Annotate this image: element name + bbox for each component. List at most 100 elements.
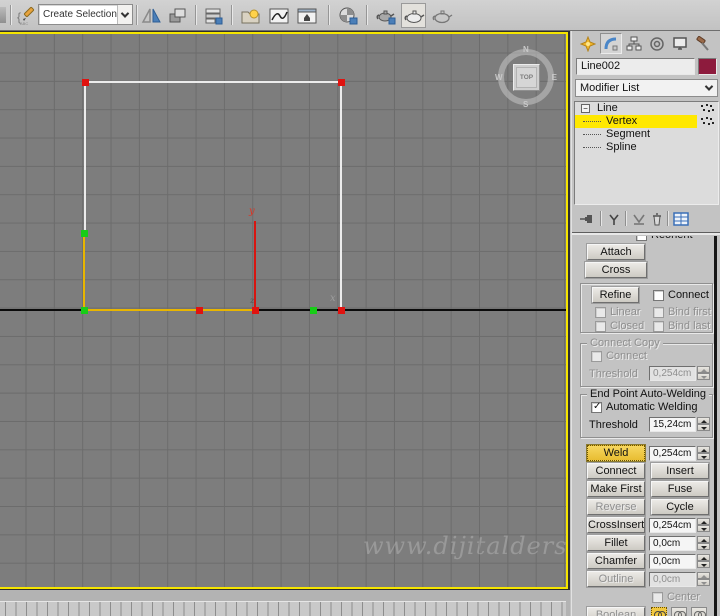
spin-up-button[interactable] (697, 518, 710, 525)
spin-down-button[interactable] (697, 543, 710, 550)
spline-vertex[interactable] (310, 307, 317, 314)
bind-first-checkbox[interactable]: Bind first (653, 306, 711, 318)
outline-button[interactable]: Outline (587, 571, 645, 587)
named-selection-set-combo[interactable]: Create Selection Se (38, 4, 133, 25)
chamfer-spinner[interactable]: 0,0cm (649, 554, 710, 569)
spin-down-button[interactable] (697, 579, 710, 586)
viewport-top[interactable]: y z x www.dijitalders N E S W TOP (0, 31, 570, 590)
modifier-list-dropdown[interactable]: Modifier List (575, 79, 718, 97)
connect-button[interactable]: Connect (587, 463, 645, 479)
spline-vertex[interactable] (81, 307, 88, 314)
spline-vertex[interactable] (81, 230, 88, 237)
collapse-icon[interactable]: − (581, 104, 590, 113)
tab-motion[interactable] (646, 33, 668, 54)
viewcube-south-label[interactable]: S (523, 100, 528, 109)
cross-insert-button[interactable]: CrossInsert (587, 517, 645, 533)
refine-button[interactable]: Refine (592, 287, 639, 303)
outline-spinner[interactable]: 0,0cm (649, 572, 710, 587)
spline-vertex[interactable] (196, 307, 203, 314)
render-flyout-button[interactable] (429, 3, 454, 28)
combo-dropdown-button[interactable] (117, 5, 132, 24)
remove-modifier-button[interactable] (648, 210, 666, 228)
spin-down-button[interactable] (697, 453, 710, 460)
object-name-field[interactable]: Line002 (576, 58, 695, 75)
cross-section-button[interactable]: Cross Section (585, 262, 647, 278)
reorient-checkbox[interactable]: Reorient (636, 236, 693, 241)
layer-manager-button[interactable] (201, 3, 226, 28)
fuse-button[interactable]: Fuse (651, 481, 709, 497)
linear-checkbox[interactable]: Linear (595, 306, 641, 318)
edit-named-selection-sets-button[interactable]: { ABC (14, 3, 39, 28)
stack-item-vertex[interactable]: Vertex (575, 115, 718, 128)
rollout-scrollbar[interactable] (714, 236, 717, 616)
track-bar[interactable] (0, 590, 570, 616)
modifier-list-arrow[interactable] (701, 80, 717, 96)
schematic-view-button[interactable] (294, 3, 319, 28)
spin-up-button[interactable] (697, 446, 710, 453)
fillet-button[interactable]: Fillet (587, 535, 645, 551)
reverse-button[interactable]: Reverse (587, 499, 645, 515)
attach-mult-button[interactable]: Attach Mult. (587, 244, 645, 260)
closed-checkbox[interactable]: Closed (595, 320, 644, 332)
tab-display[interactable] (669, 33, 691, 54)
boolean-intersect-icon[interactable] (691, 607, 707, 616)
spline-segment[interactable] (83, 309, 256, 311)
spin-down-button[interactable] (697, 424, 710, 431)
tab-modify[interactable] (600, 33, 622, 54)
cross-insert-spinner[interactable]: 0,254cm (649, 518, 710, 533)
connect-copy-checkbox[interactable]: Connect (591, 350, 647, 362)
render-setup-button[interactable] (373, 3, 398, 28)
make-first-button[interactable]: Make First (587, 481, 645, 497)
stack-item-segment[interactable]: Segment (575, 128, 718, 141)
spline-vertex[interactable] (252, 307, 259, 314)
bind-last-checkbox[interactable]: Bind last (653, 320, 710, 332)
configure-modifier-sets-button[interactable] (672, 210, 690, 228)
spin-up-button[interactable] (697, 572, 710, 579)
pin-stack-button[interactable] (578, 210, 596, 228)
spline-segment[interactable] (84, 81, 86, 234)
stack-item-spline[interactable]: Spline (575, 141, 718, 154)
connect-copy-threshold-spinner[interactable]: 0,254cm (649, 366, 710, 381)
spin-up-button[interactable] (697, 366, 710, 373)
curve-editor-button[interactable] (266, 3, 291, 28)
spline-vertex[interactable] (338, 307, 345, 314)
center-checkbox[interactable]: Center (652, 591, 700, 603)
viewcube-top-face[interactable]: TOP (513, 64, 540, 91)
viewcube-north-label[interactable]: N (523, 45, 529, 54)
spin-down-button[interactable] (697, 525, 710, 532)
show-end-result-button[interactable] (630, 210, 648, 228)
weld-button[interactable]: Weld (587, 445, 645, 461)
fillet-spinner[interactable]: 0,0cm (649, 536, 710, 551)
tab-hierarchy[interactable] (623, 33, 645, 54)
spline-segment[interactable] (340, 81, 342, 311)
spin-down-button[interactable] (697, 373, 710, 380)
mirror-button[interactable] (139, 3, 164, 28)
weld-threshold-spinner[interactable]: 0,254cm (649, 446, 710, 461)
viewcube[interactable]: N E S W TOP (493, 44, 559, 110)
spline-vertex[interactable] (82, 79, 89, 86)
automatic-welding-checkbox[interactable]: Automatic Welding (591, 401, 698, 413)
material-editor-button[interactable] (335, 3, 360, 28)
chamfer-button[interactable]: Chamfer (587, 553, 645, 569)
stack-item-line[interactable]: − Line (575, 102, 718, 115)
insert-button[interactable]: Insert (651, 463, 709, 479)
boolean-button[interactable]: Boolean (587, 607, 645, 616)
viewport-canvas[interactable]: y z x www.dijitalders N E S W TOP (0, 34, 566, 587)
spline-segment[interactable] (84, 81, 342, 83)
boolean-subtract-icon[interactable] (671, 607, 687, 616)
spin-down-button[interactable] (697, 561, 710, 568)
tab-create[interactable] (577, 33, 599, 54)
spline-segment[interactable] (83, 233, 85, 311)
spline-vertex[interactable] (338, 79, 345, 86)
spin-up-button[interactable] (697, 417, 710, 424)
align-button[interactable] (165, 3, 190, 28)
tab-utilities[interactable] (692, 33, 714, 54)
connect-checkbox[interactable]: Connect (653, 289, 709, 301)
make-unique-button[interactable] (605, 210, 623, 228)
track-bar-ticks[interactable] (0, 601, 566, 616)
spline-segment[interactable] (254, 221, 256, 310)
viewcube-west-label[interactable]: W (495, 73, 503, 82)
autoweld-threshold-spinner[interactable]: 15,24cm (649, 417, 710, 432)
spin-up-button[interactable] (697, 554, 710, 561)
spin-up-button[interactable] (697, 536, 710, 543)
